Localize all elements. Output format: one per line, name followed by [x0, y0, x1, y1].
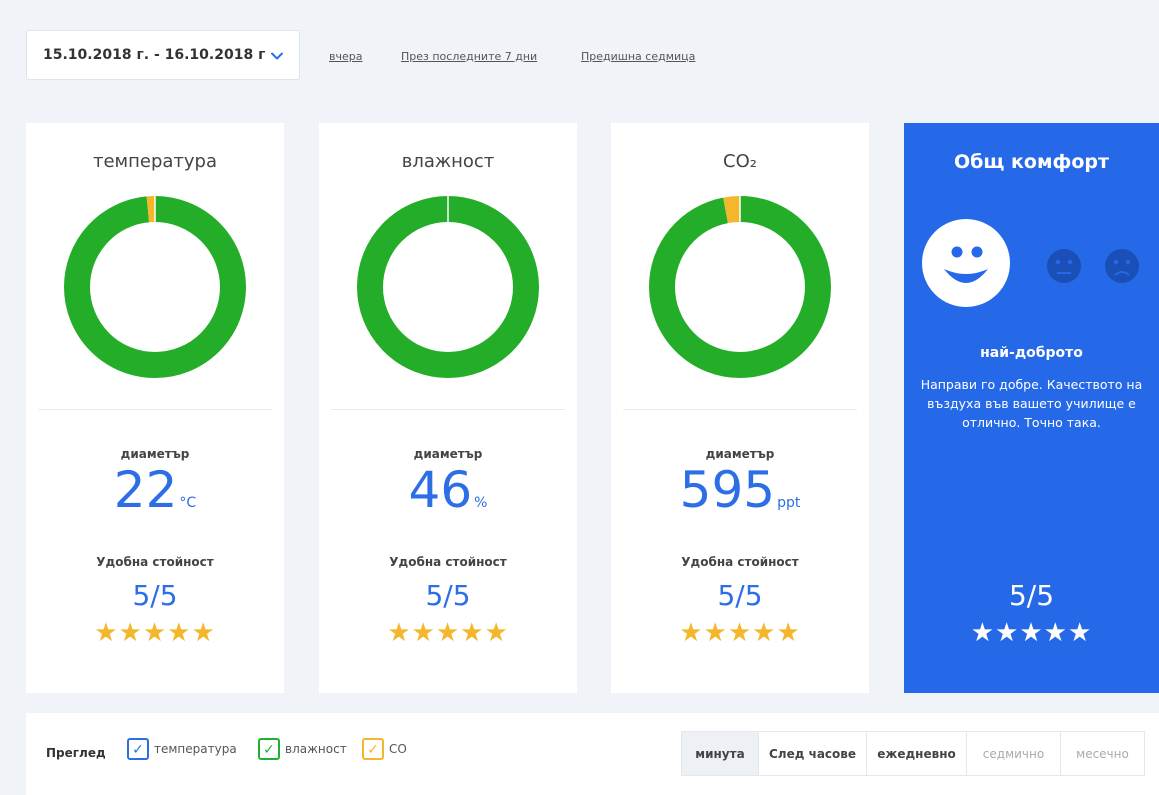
average-unit: °C: [179, 495, 197, 511]
star-rating: ★★★★★: [387, 617, 509, 647]
temperature-card: температура диаметър 22 °C Удобна стойнос…: [26, 123, 284, 693]
co2-donut-chart: [649, 196, 831, 378]
comfort-score: 5/5: [425, 579, 471, 612]
card-divider: [38, 409, 272, 410]
card-title: CO₂: [723, 151, 757, 172]
humidity-card: влажност диаметър 46% Удобна стойност 5/…: [319, 123, 577, 693]
card-title: Общ комфорт: [953, 151, 1110, 173]
rating-message: Направи го добре. Качеството на въздуха …: [920, 377, 1143, 430]
comfort-score: 5/5: [717, 579, 763, 612]
average-label: диаметър: [413, 447, 483, 461]
date-range-value: 15.10.2018 г. - 16.10.2018 г: [43, 47, 266, 63]
chevron-down-icon[interactable]: [269, 48, 285, 64]
checkbox-icon[interactable]: ✓: [362, 738, 384, 760]
rating-label: най-доброто: [980, 345, 1083, 361]
overall-comfort-card: Общ комфорт най-доброто Направи го добре…: [904, 123, 1159, 693]
yesterday-link[interactable]: вчера: [329, 50, 362, 63]
average-unit: ppt: [777, 495, 801, 511]
average-label: диаметър: [705, 447, 775, 461]
card-divider: [331, 409, 565, 410]
temperature-donut-chart: [64, 196, 246, 378]
ring-good-segment: [649, 196, 831, 378]
overall-score: 5/5: [1008, 579, 1055, 612]
legend-label: температура: [154, 742, 237, 756]
ring-good-segment: [357, 196, 539, 378]
period-hourly-button[interactable]: След часове: [759, 732, 867, 775]
period-monthly-button[interactable]: месечно: [1061, 732, 1144, 775]
period-minute-button[interactable]: минута: [682, 732, 759, 775]
star-rating: ★★★★★: [970, 617, 1093, 647]
average-label: диаметър: [120, 447, 190, 461]
comfort-label: Удобна стойност: [96, 555, 214, 569]
card-title: влажност: [401, 151, 495, 172]
previous-week-link[interactable]: Предишна седмица: [581, 50, 695, 63]
average-number: 22: [113, 461, 178, 519]
happy-face-icon: [922, 219, 1010, 307]
checkbox-icon[interactable]: ✓: [258, 738, 280, 760]
average-number: 46: [408, 461, 473, 519]
card-title: температура: [92, 151, 218, 172]
period-weekly-button[interactable]: седмично: [967, 732, 1061, 775]
ring-good-segment: [64, 196, 246, 378]
legend-co-toggle[interactable]: ✓ CO: [362, 738, 407, 760]
checkbox-icon[interactable]: ✓: [127, 738, 149, 760]
legend-humidity-toggle[interactable]: ✓ влажност: [258, 738, 347, 760]
comfort-score: 5/5: [132, 579, 178, 612]
average-value: 595 ppt: [611, 461, 869, 519]
legend-temperature-toggle[interactable]: ✓ температура: [127, 738, 237, 760]
comfort-faces: [922, 219, 1139, 307]
average-value: 46%: [319, 461, 577, 519]
period-selector: минута След часове ежедневно седмично ме…: [681, 731, 1145, 776]
comfort-label: Удобна стойност: [681, 555, 799, 569]
overview-label: Преглед: [46, 746, 106, 760]
star-rating: ★★★★★: [679, 617, 801, 647]
card-divider: [623, 409, 857, 410]
star-rating: ★★★★★: [94, 617, 216, 647]
chart-controls-bar: Преглед ✓ температура ✓ влажност ✓ CO ми…: [26, 713, 1159, 795]
comfort-label: Удобна стойност: [389, 555, 507, 569]
co2-card: CO₂ диаметър 595 ppt Удобна стойност 5/5 …: [611, 123, 869, 693]
last-7-days-link[interactable]: През последните 7 дни: [401, 50, 537, 63]
neutral-face-icon: [1047, 249, 1081, 283]
period-daily-button[interactable]: ежедневно: [867, 732, 967, 775]
humidity-donut-chart: [357, 196, 539, 378]
average-value: 22 °C: [26, 461, 284, 519]
date-range-picker[interactable]: 15.10.2018 г. - 16.10.2018 г: [26, 30, 300, 80]
legend-label: CO: [389, 742, 407, 756]
sad-face-icon: [1105, 249, 1139, 283]
average-unit: %: [474, 495, 488, 511]
legend-label: влажност: [285, 742, 347, 756]
average-number: 595: [679, 461, 776, 519]
